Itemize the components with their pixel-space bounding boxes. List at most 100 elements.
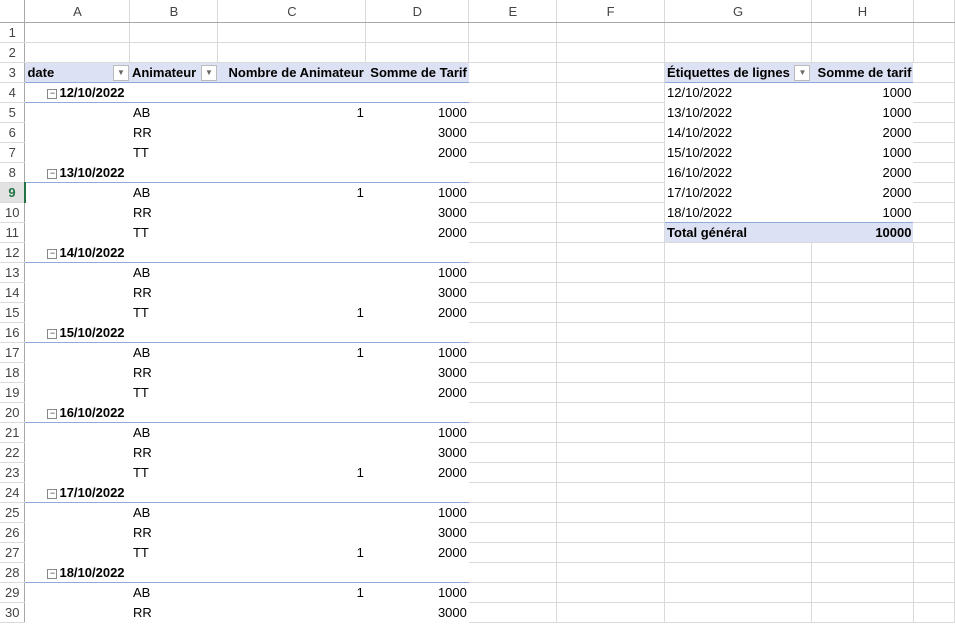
- cell-b18[interactable]: RR: [130, 363, 218, 383]
- cell-g25[interactable]: [664, 502, 812, 523]
- cell-b12[interactable]: [129, 242, 218, 263]
- cell-e18[interactable]: [468, 362, 558, 383]
- cell-g3[interactable]: Étiquettes de lignes ▼: [664, 62, 812, 83]
- cell-b19[interactable]: TT: [130, 383, 218, 403]
- cell-b5[interactable]: AB: [130, 103, 218, 123]
- cell-h6[interactable]: 2000: [811, 123, 913, 143]
- cell-f13[interactable]: [556, 262, 666, 283]
- row-header[interactable]: 17: [0, 342, 26, 363]
- cell-c28[interactable]: [217, 562, 366, 583]
- cell-i15[interactable]: [913, 302, 955, 323]
- cell-g21[interactable]: [664, 422, 812, 443]
- cell-c11[interactable]: [218, 223, 366, 243]
- cell-a24[interactable]: −17/10/2022: [24, 482, 130, 503]
- row-header[interactable]: 23: [0, 462, 26, 483]
- cell-h4[interactable]: 1000: [811, 83, 913, 103]
- row-header[interactable]: 26: [0, 522, 26, 543]
- cell-a5[interactable]: [25, 103, 130, 123]
- cell-b8[interactable]: [129, 162, 218, 183]
- collapse-icon[interactable]: −: [47, 89, 58, 99]
- cell-b11[interactable]: TT: [130, 223, 218, 243]
- cell-g5[interactable]: 13/10/2022: [665, 103, 812, 123]
- cell-d22[interactable]: 3000: [366, 443, 469, 463]
- cell-a1[interactable]: [24, 22, 131, 43]
- cell-h25[interactable]: [811, 502, 914, 523]
- cell-i9[interactable]: [913, 182, 955, 203]
- cell-f26[interactable]: [556, 522, 666, 543]
- cell-g24[interactable]: [664, 482, 812, 503]
- cell-f5[interactable]: [556, 102, 666, 123]
- cell-e8[interactable]: [468, 162, 558, 183]
- cell-i10[interactable]: [913, 202, 955, 223]
- cell-c21[interactable]: [218, 423, 366, 443]
- row-header[interactable]: 24: [0, 482, 26, 503]
- cell-h16[interactable]: [811, 322, 914, 343]
- cell-c17[interactable]: 1: [218, 343, 366, 363]
- cell-d7[interactable]: 2000: [366, 143, 469, 163]
- cell-i22[interactable]: [913, 442, 955, 463]
- cell-a18[interactable]: [25, 363, 130, 383]
- row-header[interactable]: 14: [0, 282, 26, 303]
- row-header[interactable]: 10: [0, 202, 26, 223]
- cell-i8[interactable]: [913, 162, 955, 183]
- cell-d4[interactable]: [365, 82, 469, 103]
- cell-g28[interactable]: [664, 562, 812, 583]
- row-header[interactable]: 22: [0, 442, 26, 463]
- cell-i20[interactable]: [913, 402, 955, 423]
- cell-g17[interactable]: [664, 342, 812, 363]
- cell-d28[interactable]: [365, 562, 469, 583]
- cell-d12[interactable]: [365, 242, 469, 263]
- cell-b7[interactable]: TT: [130, 143, 218, 163]
- cell-e20[interactable]: [468, 402, 558, 423]
- cell-b25[interactable]: AB: [130, 503, 218, 523]
- cell-e29[interactable]: [468, 582, 558, 603]
- cell-g8[interactable]: 16/10/2022: [665, 163, 812, 183]
- column-header-d[interactable]: D: [365, 0, 470, 23]
- collapse-icon[interactable]: −: [47, 328, 58, 339]
- cell-e6[interactable]: [468, 122, 558, 143]
- filter-dropdown-icon[interactable]: ▼: [200, 65, 217, 81]
- cell-a28[interactable]: −18/10/2022: [24, 562, 130, 583]
- cell-a11[interactable]: [25, 223, 130, 243]
- cell-c14[interactable]: [218, 283, 366, 303]
- cell-i28[interactable]: [913, 562, 955, 583]
- column-header-i[interactable]: [913, 0, 955, 23]
- cell-f17[interactable]: [556, 342, 666, 363]
- cell-b13[interactable]: AB: [130, 263, 218, 283]
- cell-e11[interactable]: [468, 222, 558, 243]
- cell-a13[interactable]: [25, 263, 130, 283]
- collapse-icon[interactable]: −: [47, 408, 58, 419]
- cell-c7[interactable]: [218, 143, 366, 163]
- row-header[interactable]: 18: [0, 362, 26, 383]
- cell-e12[interactable]: [468, 242, 558, 263]
- cell-i24[interactable]: [913, 482, 955, 503]
- cell-c19[interactable]: [218, 383, 366, 403]
- cell-d10[interactable]: 3000: [366, 203, 469, 223]
- column-header-e[interactable]: E: [468, 0, 558, 23]
- row-header[interactable]: 27: [0, 542, 26, 563]
- cell-e26[interactable]: [468, 522, 558, 543]
- row-header[interactable]: 8: [0, 162, 26, 183]
- cell-d21[interactable]: 1000: [366, 423, 469, 443]
- cell-a12[interactable]: −14/10/2022: [24, 242, 130, 263]
- filter-dropdown-icon[interactable]: ▼: [112, 65, 129, 81]
- cell-c16[interactable]: [217, 322, 366, 343]
- cell-i27[interactable]: [913, 542, 955, 563]
- row-header[interactable]: 21: [0, 422, 26, 443]
- row-header[interactable]: 11: [0, 222, 26, 243]
- cell-a23[interactable]: [25, 463, 130, 483]
- cell-g12[interactable]: [664, 242, 812, 263]
- cell-g29[interactable]: [664, 582, 812, 603]
- cell-e17[interactable]: [468, 342, 558, 363]
- cell-g18[interactable]: [664, 362, 812, 383]
- cell-e27[interactable]: [468, 542, 558, 563]
- cell-b9[interactable]: AB: [130, 183, 218, 203]
- column-header-g[interactable]: G: [664, 0, 812, 23]
- cell-c29[interactable]: 1: [218, 583, 366, 603]
- cell-f9[interactable]: [556, 182, 666, 203]
- cell-c20[interactable]: [217, 402, 366, 423]
- cell-g15[interactable]: [664, 302, 812, 323]
- cell-i17[interactable]: [913, 342, 955, 363]
- cell-h18[interactable]: [811, 362, 914, 383]
- cell-h8[interactable]: 2000: [811, 163, 913, 183]
